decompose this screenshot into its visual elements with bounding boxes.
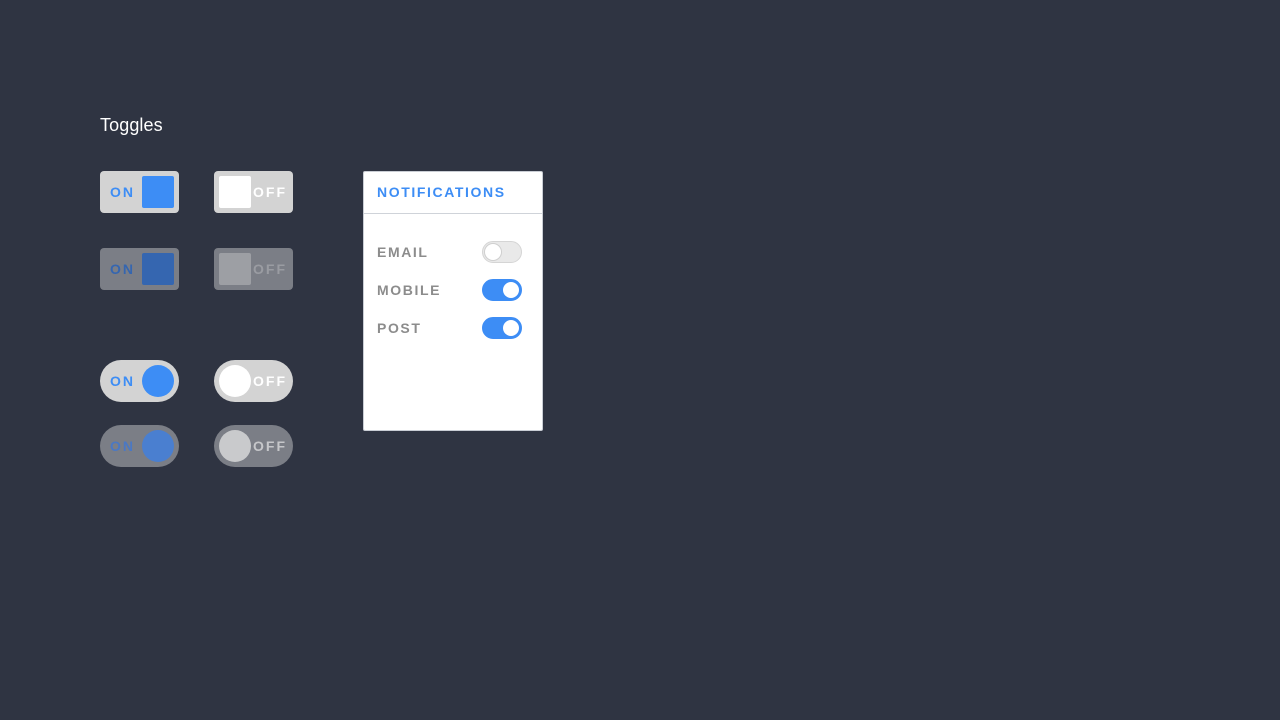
notification-row-mobile: MOBILE — [377, 279, 522, 301]
toggle-label: ON — [110, 184, 135, 200]
toggle-label: OFF — [253, 438, 287, 454]
toggle-label: ON — [110, 373, 135, 389]
toggle-label: ON — [110, 261, 135, 277]
square-toggle-on[interactable]: ON — [100, 171, 179, 213]
notification-label: MOBILE — [377, 282, 442, 298]
toggle-knob — [142, 365, 174, 397]
toggle-knob — [219, 253, 251, 285]
round-toggle-off[interactable]: OFF — [214, 360, 293, 402]
square-toggle-off-disabled: OFF — [214, 248, 293, 290]
toggle-knob — [219, 365, 251, 397]
toggle-label: OFF — [253, 261, 287, 277]
notification-row-post: POST — [377, 317, 522, 339]
mobile-switch[interactable] — [482, 279, 522, 301]
round-toggle-on[interactable]: ON — [100, 360, 179, 402]
toggle-label: ON — [110, 438, 135, 454]
notification-label: EMAIL — [377, 244, 429, 260]
switch-knob — [503, 282, 519, 298]
toggle-knob — [219, 176, 251, 208]
toggle-knob — [142, 176, 174, 208]
notification-label: POST — [377, 320, 422, 336]
email-switch[interactable] — [482, 241, 522, 263]
post-switch[interactable] — [482, 317, 522, 339]
switch-knob — [503, 320, 519, 336]
section-title: Toggles — [100, 115, 163, 135]
toggle-knob — [219, 430, 251, 462]
square-toggle-off[interactable]: OFF — [214, 171, 293, 213]
round-toggle-on-disabled: ON — [100, 425, 179, 467]
notification-row-email: EMAIL — [377, 241, 522, 263]
toggle-label: OFF — [253, 184, 287, 200]
toggle-label: OFF — [253, 373, 287, 389]
toggle-knob — [142, 430, 174, 462]
notifications-card: NOTIFICATIONS EMAIL MOBILE POST — [363, 171, 543, 431]
toggle-knob — [142, 253, 174, 285]
square-toggle-on-disabled: ON — [100, 248, 179, 290]
switch-knob — [485, 244, 501, 260]
round-toggle-off-disabled: OFF — [214, 425, 293, 467]
notifications-title: NOTIFICATIONS — [364, 172, 542, 214]
